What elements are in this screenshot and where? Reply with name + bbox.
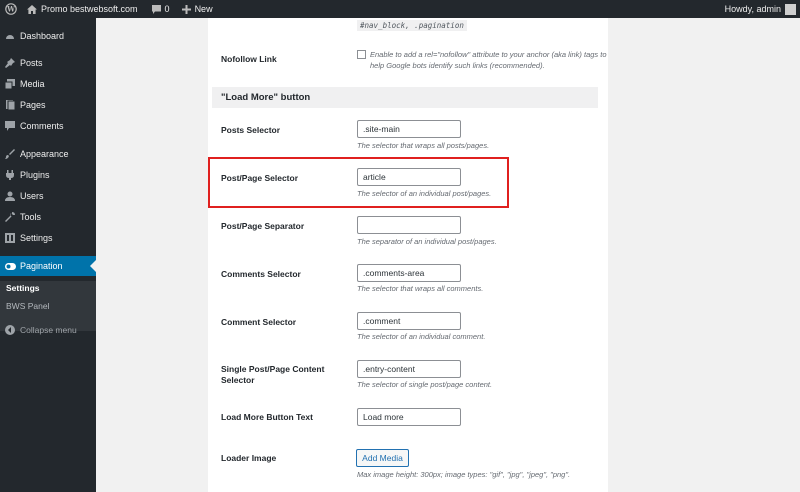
site-name: Promo bestwebsoft.com	[41, 4, 138, 14]
my-account-link[interactable]: Howdy, admin	[720, 0, 800, 18]
loader-image-label: Loader Image	[221, 453, 277, 463]
collapse-icon	[0, 325, 20, 335]
content-selector-description: The selector of single post/page content…	[357, 380, 493, 389]
sidebar-item-label: Users	[20, 191, 44, 201]
page-icon	[0, 100, 20, 110]
nofollow-description: Enable to add a rel="nofollow" attribute…	[370, 50, 607, 70]
sidebar-item-label: Media	[20, 79, 45, 89]
pagination-selector-code: #nav_block, .pagination	[357, 20, 467, 31]
comments-link[interactable]: 0	[147, 0, 175, 18]
sidebar-item-pagination[interactable]: Pagination	[0, 256, 96, 276]
comment-selector-label: Comment Selector	[221, 317, 297, 327]
comment-bubble-icon	[151, 4, 161, 14]
post-page-separator-description: The separator of an individual post/page…	[357, 237, 497, 246]
sidebar-item-comments[interactable]: Comments	[0, 116, 96, 136]
highlight-box	[208, 157, 509, 208]
avatar	[785, 3, 796, 15]
submenu-item-settings[interactable]: Settings	[6, 283, 40, 293]
collapse-menu-button[interactable]: Collapse menu	[0, 322, 96, 338]
new-content-link[interactable]: New	[177, 0, 218, 18]
submenu-item-bws-panel[interactable]: BWS Panel	[6, 301, 49, 311]
sidebar-item-label: Settings	[20, 233, 53, 243]
sidebar-item-label: Tools	[20, 212, 42, 222]
sidebar-item-tools[interactable]: Tools	[0, 207, 96, 227]
settings-icon	[0, 233, 20, 243]
comment-icon	[0, 121, 20, 131]
media-icon	[0, 79, 20, 89]
sidebar-item-users[interactable]: Users	[0, 186, 96, 206]
sidebar-item-label: Dashboard	[20, 31, 65, 41]
nofollow-label: Nofollow Link	[221, 54, 277, 64]
new-label: New	[194, 4, 213, 14]
home-icon	[27, 4, 37, 14]
comments-selector-input[interactable]: .comments-area	[357, 264, 461, 282]
comments-selector-description: The selector that wraps all comments.	[357, 284, 484, 293]
post-page-separator-label: Post/Page Separator	[221, 221, 305, 231]
comments-selector-label: Comments Selector	[221, 269, 301, 279]
sidebar-item-label: Pages	[20, 100, 46, 110]
howdy-text: Howdy, admin	[724, 4, 781, 14]
content-selector-input[interactable]: .entry-content	[357, 360, 461, 378]
sidebar-item-appearance[interactable]: Appearance	[0, 144, 96, 164]
plus-icon	[181, 4, 191, 14]
dashboard-icon	[0, 31, 20, 41]
load-more-section-title: "Load More" button	[212, 87, 598, 108]
active-indicator	[90, 260, 96, 272]
wrench-icon	[0, 212, 20, 222]
sidebar-item-dashboard[interactable]: Dashboard	[0, 26, 96, 46]
comments-count: 0	[164, 4, 170, 14]
nofollow-checkbox[interactable]	[357, 50, 366, 59]
sidebar-item-label: Comments	[20, 121, 64, 131]
sidebar-item-label: Posts	[20, 58, 43, 68]
sidebar-item-label: Pagination	[20, 261, 63, 271]
posts-selector-description: The selector that wraps all posts/pages.	[357, 141, 490, 150]
sidebar-item-plugins[interactable]: Plugins	[0, 165, 96, 185]
user-icon	[0, 191, 20, 201]
plugin-icon	[0, 170, 20, 180]
admin-bar: W Promo bestwebsoft.com 0 New Howdy, adm…	[0, 0, 800, 18]
posts-selector-label: Posts Selector	[221, 125, 281, 135]
sidebar-item-settings[interactable]: Settings	[0, 228, 96, 248]
sidebar-item-media[interactable]: Media	[0, 74, 96, 94]
toggle-icon	[0, 262, 20, 270]
settings-panel: #nav_block, .pagination Nofollow Link En…	[208, 18, 608, 492]
comment-selector-input[interactable]: .comment	[357, 312, 461, 330]
pin-icon	[0, 58, 20, 68]
content-selector-label: Single Post/Page Content Selector	[221, 364, 325, 385]
add-media-button[interactable]: Add Media	[356, 449, 409, 467]
brush-icon	[0, 149, 20, 159]
site-name-link[interactable]: Promo bestwebsoft.com	[22, 0, 143, 18]
posts-selector-input[interactable]: .site-main	[357, 120, 461, 138]
admin-sidebar: Dashboard Posts Media Pages Comments App…	[0, 18, 96, 492]
loader-image-description: Max image height: 300px; image types: "g…	[357, 470, 571, 479]
post-page-separator-input[interactable]	[357, 216, 461, 234]
sidebar-item-posts[interactable]: Posts	[0, 53, 96, 73]
sidebar-item-pages[interactable]: Pages	[0, 95, 96, 115]
collapse-label: Collapse menu	[20, 325, 77, 335]
svg-text:W: W	[6, 5, 15, 14]
load-more-text-label: Load More Button Text	[221, 412, 313, 422]
wordpress-logo-icon[interactable]: W	[0, 0, 22, 18]
sidebar-item-label: Plugins	[20, 170, 50, 180]
sidebar-item-label: Appearance	[20, 149, 69, 159]
comment-selector-description: The selector of an individual comment.	[357, 332, 486, 341]
load-more-text-input[interactable]: Load more	[357, 408, 461, 426]
